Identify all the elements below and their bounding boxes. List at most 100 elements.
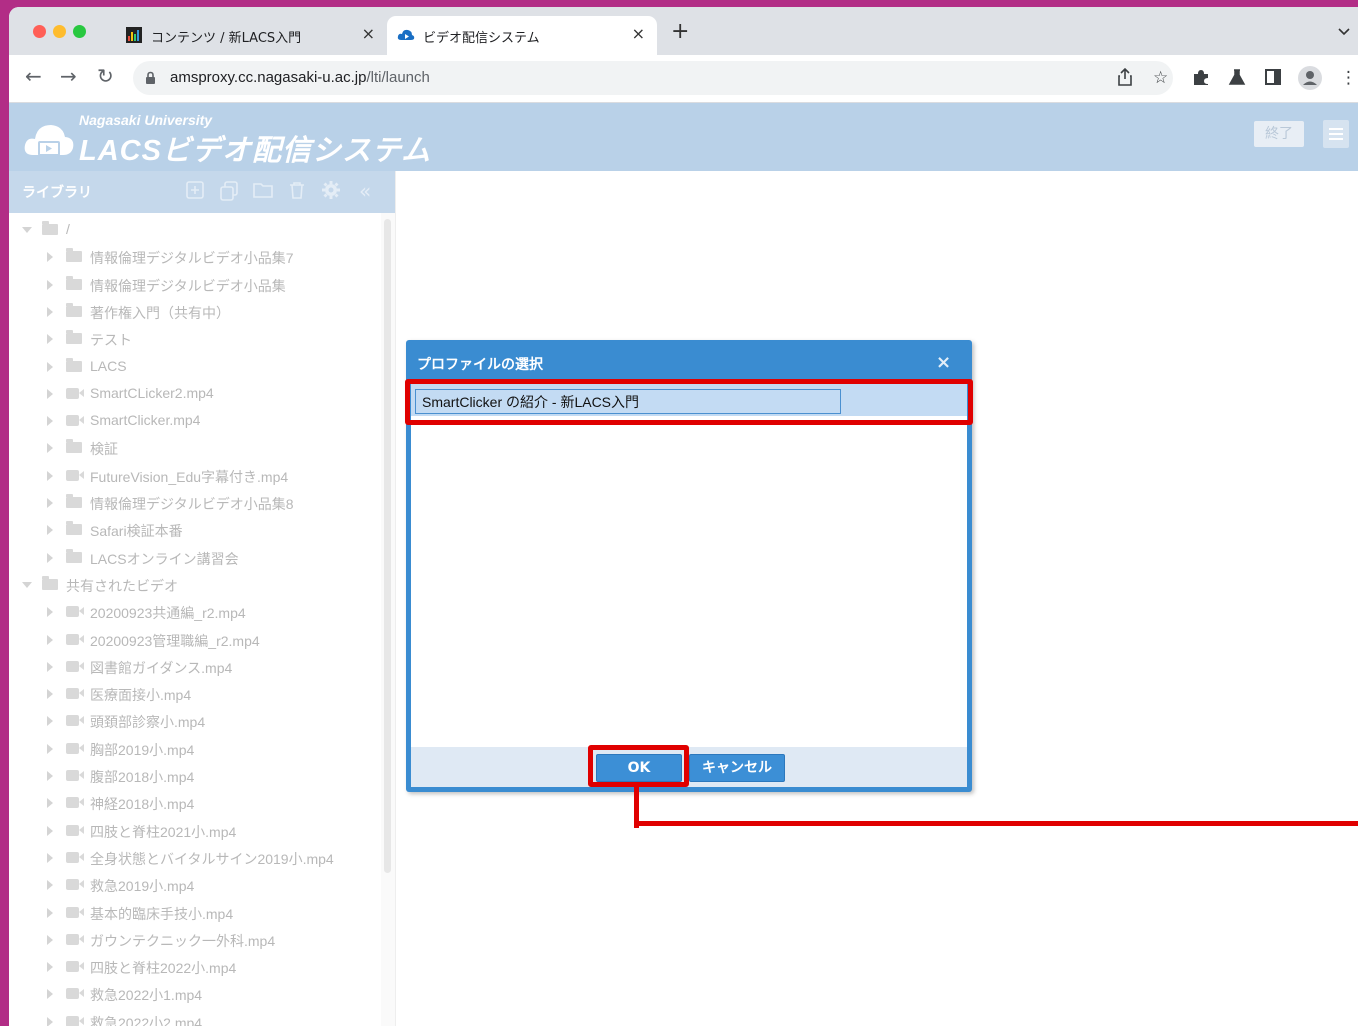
- trash-icon[interactable]: [289, 181, 305, 204]
- tree-video-item[interactable]: 救急2022小1.mp4: [9, 981, 381, 1008]
- side-panel-icon[interactable]: [1264, 68, 1282, 91]
- tree-folder-item[interactable]: /: [9, 217, 381, 244]
- expand-arrow-right-icon[interactable]: [47, 252, 53, 263]
- bookmark-star-icon[interactable]: ☆: [1153, 68, 1168, 88]
- tree-folder-item[interactable]: 情報倫理デジタルビデオ小品集8: [9, 490, 381, 517]
- sidebar-scrollbar[interactable]: [381, 213, 395, 1026]
- expand-arrow-right-icon[interactable]: [47, 552, 53, 563]
- tree-folder-item[interactable]: 共有されたビデオ: [9, 572, 381, 599]
- end-button[interactable]: 終了: [1254, 121, 1304, 147]
- scrollbar-thumb[interactable]: [384, 219, 391, 873]
- expand-arrow-right-icon[interactable]: [47, 306, 53, 317]
- labs-flask-icon[interactable]: [1228, 68, 1246, 91]
- collapse-sidebar-icon[interactable]: «: [359, 181, 371, 201]
- profile-avatar-icon[interactable]: [1297, 65, 1323, 96]
- tree-video-item[interactable]: FutureVision_Edu字幕付き.mp4: [9, 463, 381, 490]
- address-bar[interactable]: amsproxy.cc.nagasaki-u.ac.jp/lti/launch …: [133, 61, 1173, 95]
- dialog-close-icon[interactable]: ×: [936, 352, 951, 373]
- expand-arrow-right-icon[interactable]: [47, 880, 53, 891]
- browser-window: コンテンツ / 新LACS入門 × ビデオ配信システム × + ← → ↻ am…: [9, 7, 1358, 1026]
- expand-arrow-right-icon[interactable]: [47, 716, 53, 727]
- tab-close-icon[interactable]: ×: [362, 24, 375, 43]
- expand-arrow-right-icon[interactable]: [47, 498, 53, 508]
- tree-video-item[interactable]: 20200923管理職編_r2.mp4: [9, 627, 381, 654]
- tree-video-item[interactable]: 胸部2019小.mp4: [9, 736, 381, 763]
- hamburger-menu-icon[interactable]: [1323, 120, 1349, 148]
- tree-item-label: 四肢と脊柱2022小.mp4: [90, 960, 237, 977]
- tab-close-icon[interactable]: ×: [632, 24, 645, 43]
- expand-arrow-right-icon[interactable]: [47, 771, 53, 781]
- expand-arrow-right-icon[interactable]: [47, 743, 53, 754]
- expand-arrow-right-icon[interactable]: [47, 607, 53, 618]
- lock-icon: [145, 70, 156, 89]
- share-icon[interactable]: [1117, 67, 1133, 91]
- folder-icon: [66, 439, 82, 454]
- expand-arrow-right-icon[interactable]: [47, 334, 53, 345]
- expand-arrow-right-icon[interactable]: [47, 1016, 53, 1026]
- tab-search-chevron-icon[interactable]: [1338, 25, 1350, 39]
- back-arrow-icon[interactable]: ←: [25, 65, 42, 87]
- copy-icon[interactable]: [219, 181, 239, 206]
- zoom-window-button[interactable]: [73, 25, 86, 38]
- expand-arrow-right-icon[interactable]: [47, 934, 53, 945]
- tree-video-item[interactable]: 20200923共通編_r2.mp4: [9, 599, 381, 626]
- expand-arrow-right-icon[interactable]: [47, 798, 53, 809]
- tree-video-item[interactable]: 救急2019小.mp4: [9, 872, 381, 899]
- expand-arrow-right-icon[interactable]: [47, 634, 53, 645]
- new-tab-button[interactable]: +: [671, 21, 689, 43]
- tree-folder-item[interactable]: テスト: [9, 326, 381, 353]
- extensions-puzzle-icon[interactable]: [1192, 68, 1210, 91]
- video-icon: [66, 906, 84, 918]
- tree-folder-item[interactable]: Safari検証本番: [9, 517, 381, 544]
- expand-arrow-right-icon[interactable]: [47, 989, 53, 1000]
- tree-video-item[interactable]: ガウンテクニック一外科.mp4: [9, 927, 381, 954]
- expand-arrow-right-icon[interactable]: [47, 279, 53, 290]
- tree-video-item[interactable]: 頭頚部診察小.mp4: [9, 708, 381, 735]
- expand-arrow-down-icon[interactable]: [22, 581, 32, 588]
- expand-arrow-right-icon[interactable]: [47, 689, 53, 700]
- tree-folder-item[interactable]: LACS: [9, 354, 381, 381]
- tree-video-item[interactable]: 四肢と脊柱2022小.mp4: [9, 954, 381, 981]
- tree-folder-item[interactable]: 情報倫理デジタルビデオ小品集: [9, 272, 381, 299]
- more-menu-icon[interactable]: ⋮: [1340, 68, 1357, 88]
- expand-arrow-right-icon[interactable]: [47, 470, 53, 481]
- expand-arrow-right-icon[interactable]: [47, 907, 53, 918]
- tree-folder-item[interactable]: 情報倫理デジタルビデオ小品集7: [9, 244, 381, 271]
- tab-label: コンテンツ / 新LACS入門: [151, 31, 302, 46]
- tree-video-item[interactable]: 基本的臨床手技小.mp4: [9, 900, 381, 927]
- expand-arrow-right-icon[interactable]: [47, 388, 53, 399]
- cancel-button[interactable]: キャンセル: [689, 754, 785, 782]
- expand-arrow-right-icon[interactable]: [47, 416, 53, 427]
- expand-arrow-right-icon[interactable]: [47, 361, 53, 372]
- tree-video-item[interactable]: 腹部2018小.mp4: [9, 763, 381, 790]
- expand-arrow-down-icon[interactable]: [22, 227, 32, 233]
- tab-video-system[interactable]: ビデオ配信システム ×: [387, 16, 657, 55]
- tree-video-item[interactable]: SmartClicker.mp4: [9, 408, 381, 435]
- add-item-icon[interactable]: [186, 181, 204, 204]
- expand-arrow-right-icon[interactable]: [47, 852, 53, 863]
- reload-icon[interactable]: ↻: [97, 65, 114, 87]
- tree-video-item[interactable]: SmartCLicker2.mp4: [9, 381, 381, 408]
- tree-folder-item[interactable]: 検証: [9, 435, 381, 462]
- expand-arrow-right-icon[interactable]: [47, 825, 53, 836]
- tab-lacs-contents[interactable]: コンテンツ / 新LACS入門 ×: [115, 16, 387, 55]
- expand-arrow-right-icon[interactable]: [47, 443, 53, 454]
- tree-folder-item[interactable]: LACSオンライン講習会: [9, 545, 381, 572]
- tree-video-item[interactable]: 医療面接小.mp4: [9, 681, 381, 708]
- tree-video-item[interactable]: 救急2022小2.mp4: [9, 1009, 381, 1026]
- tree-video-item[interactable]: 四肢と脊柱2021小.mp4: [9, 818, 381, 845]
- tree-folder-item[interactable]: 著作権入門（共有中）: [9, 299, 381, 326]
- tree-video-item[interactable]: 全身状態とバイタルサイン2019小.mp4: [9, 845, 381, 872]
- folder-icon[interactable]: [253, 181, 273, 204]
- tree-video-item[interactable]: 神経2018小.mp4: [9, 790, 381, 817]
- tree-video-item[interactable]: 図書館ガイダンス.mp4: [9, 654, 381, 681]
- expand-arrow-right-icon[interactable]: [47, 661, 53, 672]
- sidebar-splitter[interactable]: [395, 171, 406, 1026]
- expand-arrow-right-icon[interactable]: [47, 525, 53, 536]
- tree-item-label: 共有されたビデオ: [66, 577, 178, 594]
- minimize-window-button[interactable]: [53, 25, 66, 38]
- forward-arrow-icon[interactable]: →: [60, 65, 77, 87]
- gear-icon[interactable]: [322, 181, 340, 204]
- expand-arrow-right-icon[interactable]: [47, 962, 53, 973]
- close-window-button[interactable]: [33, 25, 46, 38]
